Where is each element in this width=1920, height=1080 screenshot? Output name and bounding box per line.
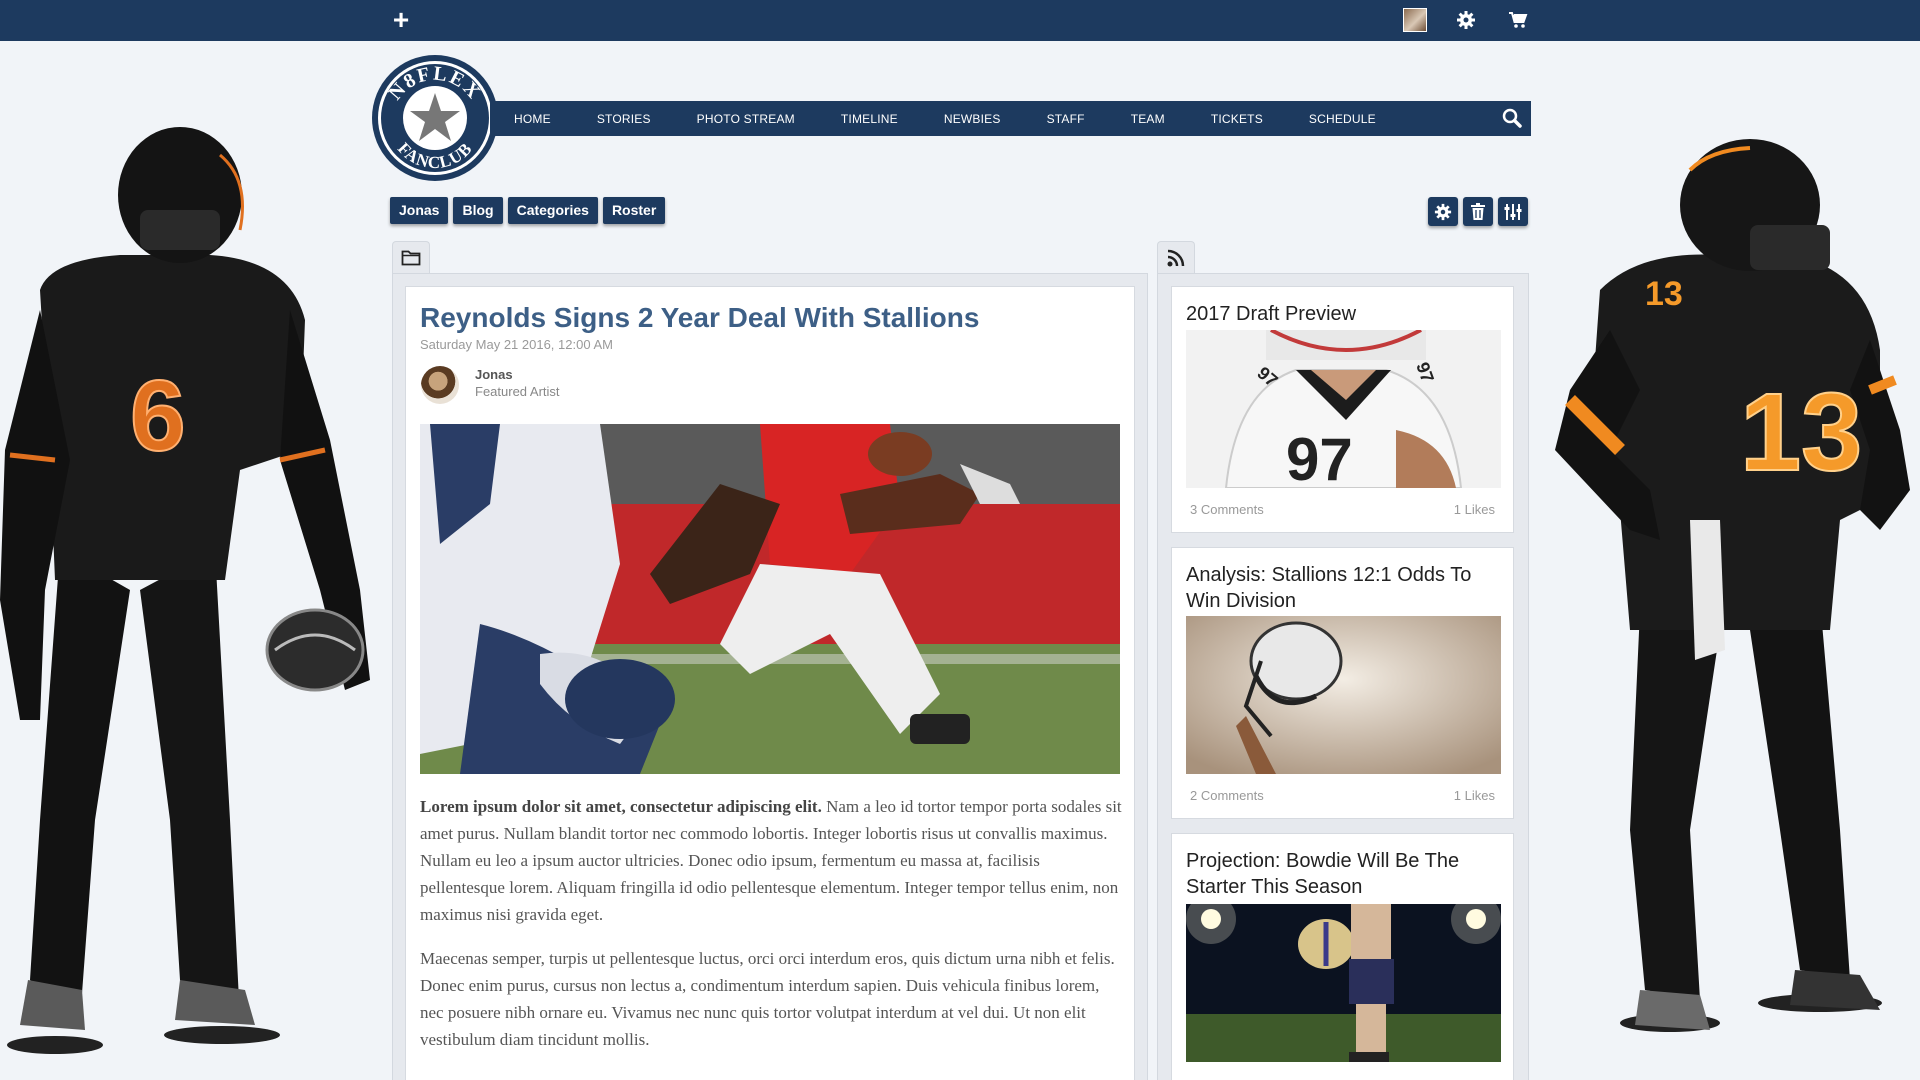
toolbar bbox=[1428, 197, 1528, 226]
adjust-button[interactable] bbox=[1498, 197, 1528, 226]
user-avatar-icon[interactable] bbox=[1403, 8, 1427, 32]
svg-text:FANCLUB: FANCLUB bbox=[394, 139, 476, 172]
author-avatar[interactable] bbox=[421, 366, 459, 404]
card-image[interactable] bbox=[1186, 904, 1501, 1062]
gear-icon[interactable] bbox=[1454, 8, 1478, 32]
main-nav: HOME STORIES PHOTO STREAM TIMELINE NEWBI… bbox=[490, 101, 1531, 136]
right-player-image: 13 13 bbox=[1550, 130, 1920, 1060]
author-name[interactable]: Jonas bbox=[475, 367, 513, 382]
article-lead: Lorem ipsum dolor sit amet, consectetur … bbox=[420, 797, 822, 816]
likes-count[interactable]: 1 Likes bbox=[1454, 788, 1495, 803]
folder-icon bbox=[401, 250, 421, 266]
story-card[interactable]: Analysis: Stallions 12:1 Odds To Win Div… bbox=[1171, 547, 1514, 819]
nav-team[interactable]: TEAM bbox=[1131, 112, 1165, 126]
svg-text:13: 13 bbox=[1740, 371, 1862, 494]
likes-count[interactable]: 1 Likes bbox=[1454, 502, 1495, 517]
gear-icon bbox=[1434, 203, 1452, 220]
tab-jonas[interactable]: Jonas bbox=[390, 197, 449, 224]
comments-count[interactable]: 2 Comments bbox=[1190, 788, 1264, 803]
nav-timeline[interactable]: TIMELINE bbox=[841, 112, 898, 126]
svg-text:97: 97 bbox=[1286, 426, 1353, 488]
article-paragraph-1: Lorem ipsum dolor sit amet, consectetur … bbox=[420, 793, 1126, 928]
settings-button[interactable] bbox=[1428, 197, 1458, 226]
card-title[interactable]: 2017 Draft Preview bbox=[1186, 301, 1496, 327]
svg-text:13: 13 bbox=[1645, 275, 1683, 313]
comments-count[interactable]: 3 Comments bbox=[1190, 502, 1264, 517]
folder-tab[interactable] bbox=[392, 241, 430, 273]
nav-tickets[interactable]: TICKETS bbox=[1211, 112, 1263, 126]
tab-roster[interactable]: Roster bbox=[602, 197, 666, 224]
trash-icon bbox=[1471, 202, 1485, 220]
story-card[interactable]: Projection: Bowdie Will Be The Starter T… bbox=[1171, 833, 1514, 1080]
card-title[interactable]: Analysis: Stallions 12:1 Odds To Win Div… bbox=[1186, 562, 1496, 614]
author-role: Featured Artist bbox=[475, 384, 560, 399]
sliders-icon bbox=[1504, 203, 1522, 220]
article-paragraph-1-rest: Nam a leo id tortor tempor porta sodales… bbox=[420, 797, 1122, 924]
article: Reynolds Signs 2 Year Deal With Stallion… bbox=[405, 286, 1135, 1080]
article-body: Lorem ipsum dolor sit amet, consectetur … bbox=[420, 793, 1126, 1070]
tab-blog[interactable]: Blog bbox=[453, 197, 503, 224]
article-paragraph-2: Maecenas semper, turpis ut pellentesque … bbox=[420, 949, 1115, 1049]
cart-icon[interactable] bbox=[1506, 8, 1530, 32]
nav-stories[interactable]: STORIES bbox=[597, 112, 651, 126]
top-bar: + bbox=[0, 0, 1920, 41]
profile-tabs: Jonas Blog Categories Roster bbox=[390, 197, 666, 224]
card-image[interactable] bbox=[1186, 616, 1501, 774]
nav-newbies[interactable]: NEWBIES bbox=[944, 112, 1001, 126]
card-meta: 3 Comments 1 Likes bbox=[1190, 502, 1495, 517]
fanclub-logo[interactable]: N8FLEX FANCLUB bbox=[370, 53, 500, 183]
nav-photo-stream[interactable]: PHOTO STREAM bbox=[697, 112, 795, 126]
search-icon[interactable] bbox=[1501, 107, 1523, 129]
article-date: Saturday May 21 2016, 12:00 AM bbox=[420, 337, 613, 352]
nav-schedule[interactable]: SCHEDULE bbox=[1309, 112, 1376, 126]
delete-button[interactable] bbox=[1463, 197, 1493, 226]
svg-text:N8FLEX: N8FLEX bbox=[384, 63, 485, 105]
svg-text:6: 6 bbox=[130, 360, 186, 472]
add-icon[interactable]: + bbox=[387, 6, 415, 34]
card-title[interactable]: Projection: Bowdie Will Be The Starter T… bbox=[1186, 848, 1496, 900]
card-meta: 2 Comments 1 Likes bbox=[1190, 788, 1495, 803]
rss-icon bbox=[1167, 249, 1185, 266]
nav-staff[interactable]: STAFF bbox=[1047, 112, 1085, 126]
logo-top-text: N8FLEX bbox=[384, 63, 483, 105]
card-image[interactable]: 97 97 97 bbox=[1186, 330, 1501, 488]
logo-bottom-text: FANCLUB bbox=[394, 139, 475, 172]
article-title[interactable]: Reynolds Signs 2 Year Deal With Stallion… bbox=[420, 302, 979, 334]
nav-home[interactable]: HOME bbox=[514, 112, 551, 126]
feed-tab[interactable] bbox=[1157, 241, 1195, 273]
left-player-image: 6 bbox=[0, 120, 390, 1070]
tab-categories[interactable]: Categories bbox=[507, 197, 598, 224]
article-hero-image bbox=[420, 424, 1120, 774]
story-card[interactable]: 2017 Draft Preview 97 97 97 3 Comments 1… bbox=[1171, 286, 1514, 533]
